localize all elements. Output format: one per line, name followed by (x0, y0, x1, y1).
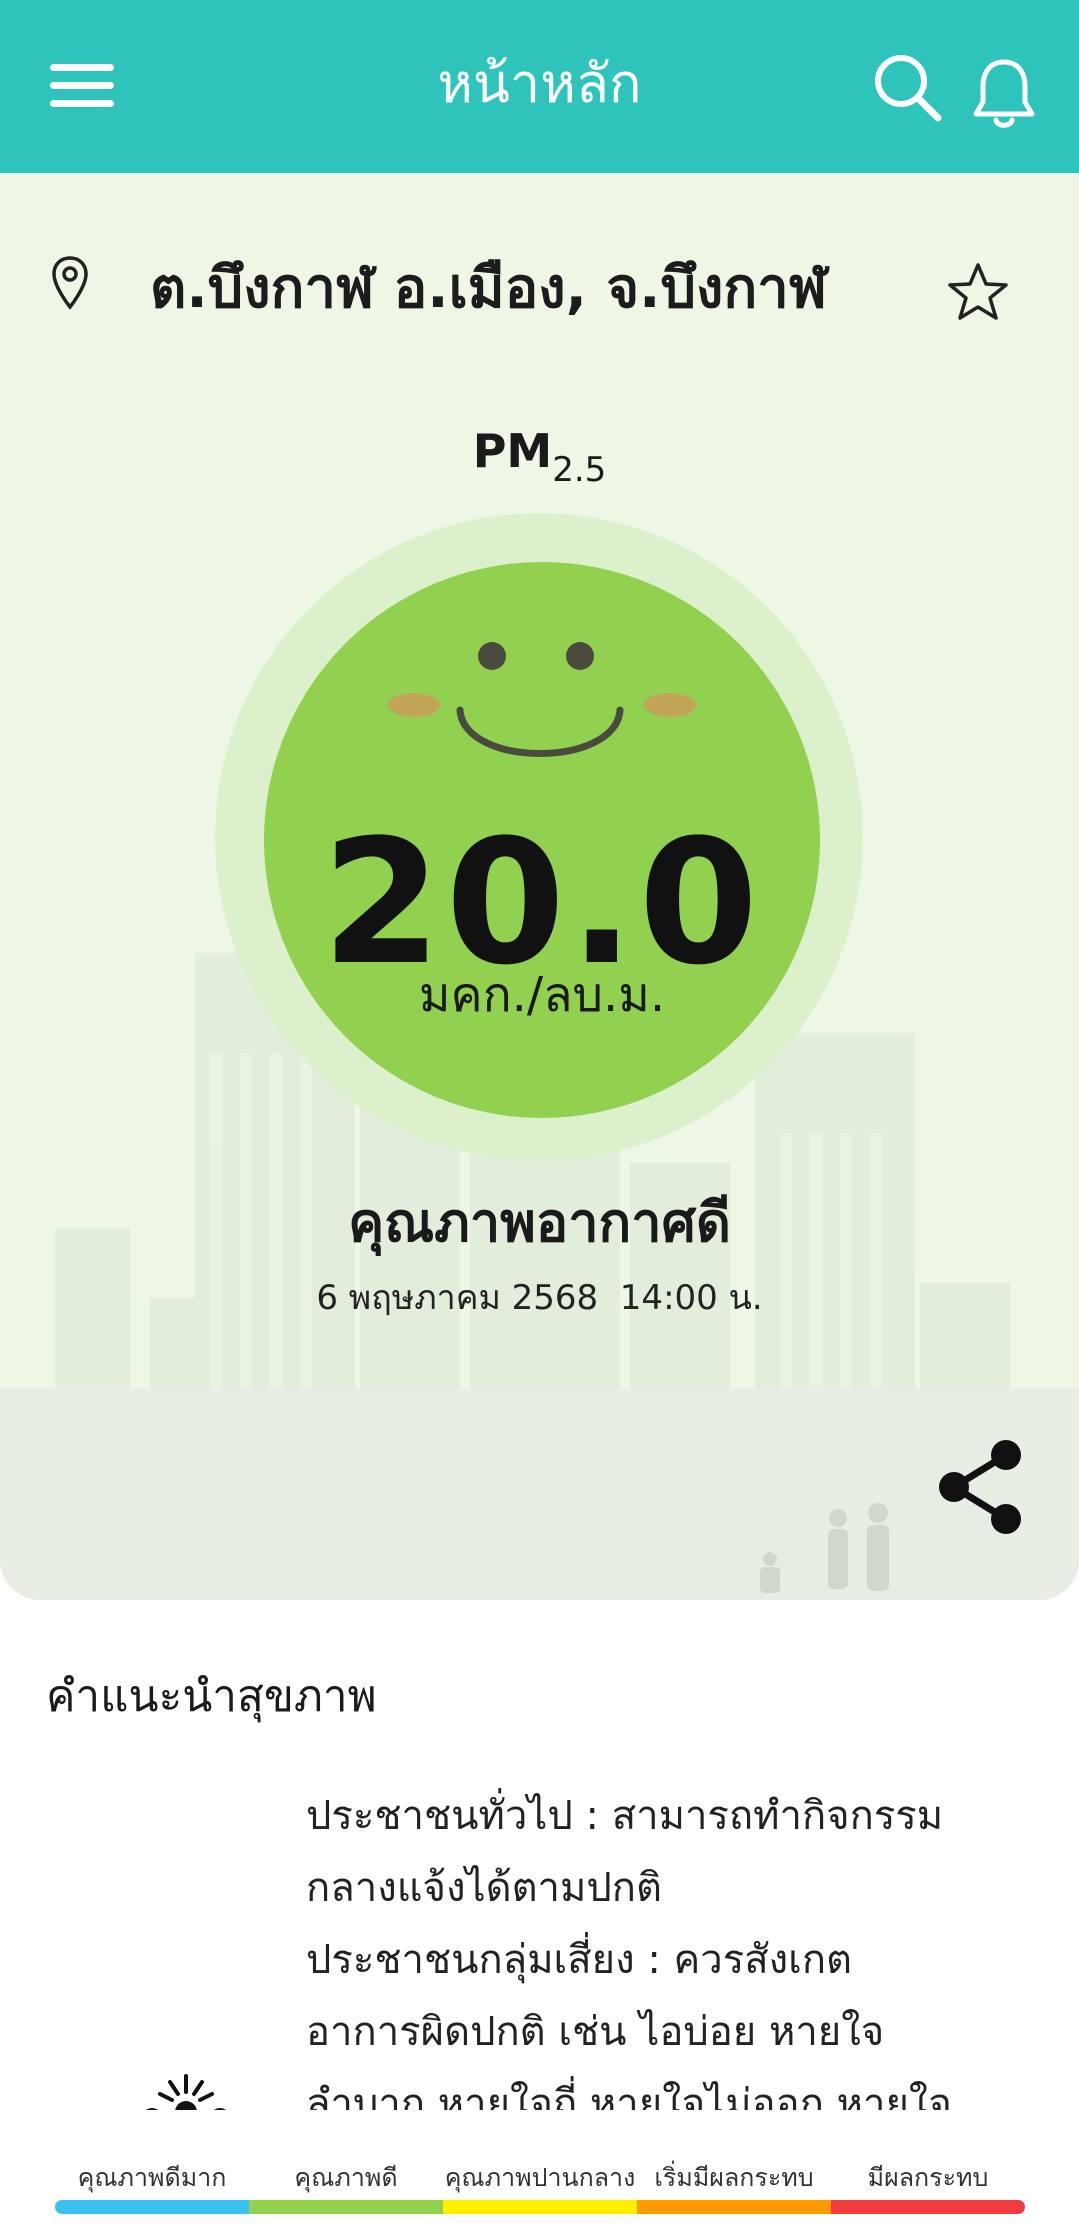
air-quality-panel: ต.บึงกาฬ อ.เมือง, จ.บึงกาฬ PM2.5 20.0 มค… (0, 173, 1079, 1600)
pm-label-subscript: 2.5 (552, 450, 607, 490)
app-header: หน้าหลัก (0, 0, 1079, 173)
legend-color-bar (443, 2200, 637, 2214)
legend-label: คุณภาพปานกลาง (444, 2163, 636, 2192)
search-button[interactable] (872, 52, 944, 124)
health-advice-line: ลำบาก หายใจถี่ หายใจไม่ออก หายใจ (306, 2081, 952, 2110)
pm-label: PM2.5 (0, 421, 1079, 500)
health-advice-title: คำแนะนำสุขภาพ (46, 1671, 377, 1722)
legend-item-impact[interactable]: มีผลกระทบ (831, 2158, 1025, 2216)
legend-item-very-good[interactable]: คุณภาพดีมาก (55, 2158, 249, 2216)
legend-color-bar (637, 2200, 831, 2214)
notification-button[interactable] (972, 56, 1036, 132)
favorite-button[interactable] (944, 259, 1012, 327)
pm-unit: มคก./ลบ.ม. (418, 967, 666, 1023)
legend-label: คุณภาพดีมาก (77, 2163, 227, 2192)
health-advice-line: อาการผิดปกติ เช่น ไอบ่อย หายใจ (306, 2009, 885, 2055)
measurement-timestamp: 6 พฤษภาคม 2568 14:00 น. (316, 1278, 763, 1318)
legend-color-bar (831, 2200, 1025, 2214)
bell-icon (973, 59, 1035, 128)
health-advice-content: ประชาชนทั่วไป : สามารถทำกิจกรรม กลางแจ้ง… (0, 1780, 1079, 2110)
air-quality-status: คุณภาพอากาศดี (348, 1191, 731, 1254)
legend-item-good[interactable]: คุณภาพดี (249, 2158, 443, 2216)
aqi-legend: คุณภาพดีมาก คุณภาพดี คุณภาพปานกลาง เริ่ม… (55, 2158, 1025, 2216)
share-icon (939, 1440, 1021, 1534)
legend-item-moderate[interactable]: คุณภาพปานกลาง (443, 2158, 637, 2216)
location-name[interactable]: ต.บึงกาฬ อ.เมือง, จ.บึงกาฬ (150, 249, 870, 329)
health-advice-line: กลางแจ้งได้ตามปกติ (306, 1865, 662, 1911)
legend-label: เริ่มมีผลกระทบ (654, 2163, 814, 2192)
pm-label-main: PM (472, 424, 553, 478)
legend-color-bar (249, 2200, 443, 2214)
people-group-icon (146, 2074, 226, 2110)
legend-color-bar (55, 2200, 249, 2214)
legend-label: มีผลกระทบ (867, 2163, 989, 2192)
share-button[interactable] (936, 1437, 1026, 1537)
location-pin-icon (52, 256, 88, 310)
legend-label: คุณภาพดี (294, 2163, 398, 2192)
legend-item-starting-impact[interactable]: เริ่มมีผลกระทบ (637, 2158, 831, 2216)
health-advice-line: ประชาชนกลุ่มเสี่ยง : ควรสังเกต (306, 1937, 853, 1983)
health-advice-line: ประชาชนทั่วไป : สามารถทำกิจกรรม (306, 1793, 944, 1839)
search-icon (875, 55, 942, 122)
star-outline-icon (948, 263, 1008, 320)
